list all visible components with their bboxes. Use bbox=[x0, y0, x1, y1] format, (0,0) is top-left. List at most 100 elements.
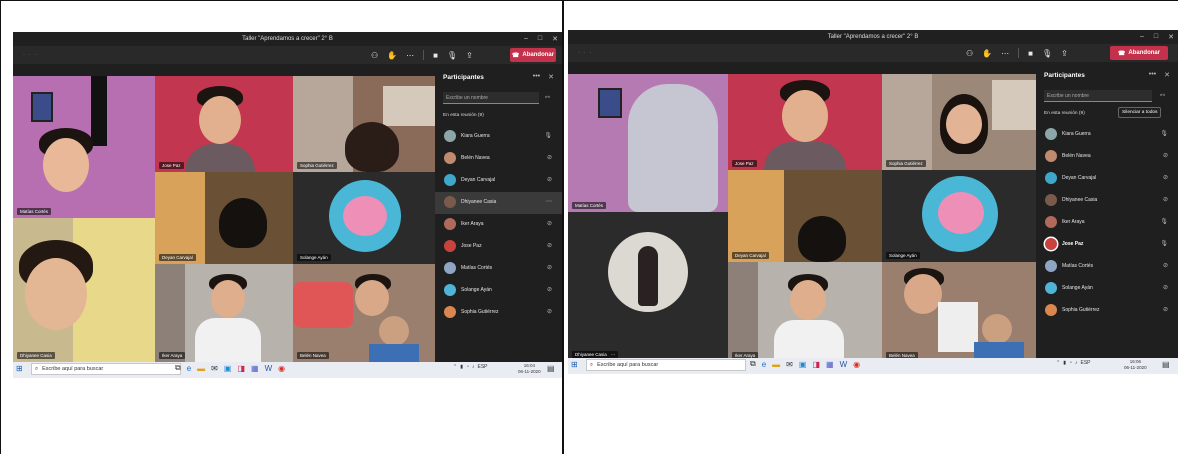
close-window-icon[interactable]: ✕ bbox=[552, 35, 558, 43]
maximize-icon[interactable]: □ bbox=[1154, 33, 1158, 41]
raise-hand-icon[interactable]: ✋ bbox=[982, 49, 992, 58]
video-tile[interactable]: Belén Navea bbox=[293, 264, 435, 362]
chevron-up-icon[interactable]: ⌃ bbox=[1056, 360, 1060, 366]
taskbar-search-input[interactable]: ⌕ Escribe aquí para buscar bbox=[586, 359, 746, 371]
office-icon[interactable]: ◨ bbox=[237, 364, 245, 373]
more-icon[interactable]: ••• bbox=[533, 73, 540, 81]
share-icon[interactable]: ⇪ bbox=[1061, 49, 1068, 58]
participant-row[interactable]: Matías Cortés ⊘ bbox=[1036, 256, 1178, 278]
participant-row[interactable]: Matías Cortés ⊘ bbox=[435, 258, 562, 280]
close-window-icon[interactable]: ✕ bbox=[1168, 33, 1174, 41]
word-icon[interactable]: W bbox=[840, 360, 848, 369]
participant-row[interactable]: Solange Ayán ⊘ bbox=[1036, 278, 1178, 300]
maximize-icon[interactable]: □ bbox=[538, 35, 542, 43]
more-icon[interactable]: ••• bbox=[1149, 71, 1156, 79]
mail-icon[interactable]: ✉ bbox=[786, 360, 793, 369]
video-tile[interactable]: Deyan Carvajal bbox=[728, 170, 882, 262]
participant-row[interactable]: Sophia Gutiérrez ⊘ bbox=[435, 302, 562, 324]
video-tile[interactable]: Solange Ayán bbox=[882, 170, 1036, 262]
video-tile[interactable]: Matías Cortés bbox=[13, 76, 155, 218]
share-icon[interactable]: ⇪ bbox=[466, 51, 473, 60]
file-explorer-icon[interactable]: ▬ bbox=[772, 360, 780, 369]
participant-row[interactable]: Kiara Guerra 🎙 bbox=[435, 126, 562, 148]
language-indicator[interactable]: ESP bbox=[1081, 360, 1091, 366]
task-view-icon[interactable]: ⧉ bbox=[750, 359, 756, 369]
microphone-icon[interactable]: 🎙 bbox=[447, 51, 457, 60]
video-tile[interactable]: Sophia Gutiérrez bbox=[882, 74, 1036, 170]
video-tile[interactable]: Dhiyanee Casia ⋯ bbox=[568, 212, 728, 362]
notifications-icon[interactable]: ▤ bbox=[547, 364, 555, 373]
participant-row[interactable]: Sophia Gutiérrez ⊘ bbox=[1036, 300, 1178, 322]
task-view-icon[interactable]: ⧉ bbox=[175, 363, 181, 373]
video-tile[interactable]: Iker Araya bbox=[728, 262, 882, 362]
more-icon[interactable]: ⋯ bbox=[406, 51, 414, 60]
participant-search-input[interactable]: Escribe un nombre bbox=[1044, 90, 1152, 102]
camera-icon[interactable]: ■ bbox=[1028, 49, 1033, 58]
close-icon[interactable]: ✕ bbox=[1164, 71, 1170, 79]
close-icon[interactable]: ✕ bbox=[548, 73, 554, 81]
more-icon[interactable]: ⋯ bbox=[546, 198, 552, 205]
network-icon[interactable]: ◔ bbox=[466, 364, 469, 370]
teams-icon[interactable]: ▦ bbox=[251, 364, 259, 373]
minimize-icon[interactable]: – bbox=[524, 35, 528, 43]
participant-row[interactable]: Dhiyanee Casia ⊘ bbox=[1036, 190, 1178, 212]
volume-icon[interactable]: ♪ bbox=[1075, 360, 1078, 366]
mute-all-button[interactable]: Silenciar a todos bbox=[1118, 107, 1162, 118]
word-icon[interactable]: W bbox=[265, 364, 273, 373]
people-icon[interactable]: ⚇ bbox=[966, 49, 973, 58]
windows-start-icon[interactable]: ⊞ bbox=[16, 364, 23, 373]
participant-row[interactable]: Kiara Guerra 🎙 bbox=[1036, 124, 1178, 146]
participant-search-input[interactable]: Escribe un nombre bbox=[443, 92, 539, 104]
battery-icon[interactable]: ▮ bbox=[1063, 360, 1066, 366]
microphone-icon[interactable]: 🎙 bbox=[1042, 49, 1052, 58]
video-tile[interactable]: Iker Araya bbox=[155, 264, 293, 362]
chevron-up-icon[interactable]: ⌃ bbox=[453, 364, 457, 370]
language-indicator[interactable]: ESP bbox=[478, 364, 488, 370]
participant-row[interactable]: Belén Navea ⊘ bbox=[1036, 146, 1178, 168]
notifications-icon[interactable]: ▤ bbox=[1162, 360, 1170, 369]
video-tile[interactable]: Dhiyanee Casia bbox=[13, 218, 155, 362]
network-icon[interactable]: ◔ bbox=[1069, 360, 1072, 366]
camera-icon[interactable]: ■ bbox=[433, 51, 438, 60]
participant-row[interactable]: Deyan Carvajal ⊘ bbox=[1036, 168, 1178, 190]
chrome-icon[interactable]: ◉ bbox=[278, 364, 285, 373]
taskbar-search-input[interactable]: ⌕ Escribe aquí para buscar bbox=[31, 363, 181, 375]
raise-hand-icon[interactable]: ✋ bbox=[387, 51, 397, 60]
more-icon[interactable]: ⋯ bbox=[1001, 49, 1009, 58]
participant-row[interactable]: Belén Navea ⊘ bbox=[435, 148, 562, 170]
battery-icon[interactable]: ▮ bbox=[460, 364, 463, 370]
share-link-icon[interactable]: ⚯ bbox=[1160, 92, 1165, 99]
file-explorer-icon[interactable]: ▬ bbox=[197, 364, 205, 373]
participant-row[interactable]: Solange Ayán ⊘ bbox=[435, 280, 562, 302]
participant-row[interactable]: Jose Paz 🎙 bbox=[1036, 234, 1178, 256]
leave-button[interactable]: ☎ Abandonar bbox=[1110, 46, 1168, 60]
leave-button[interactable]: ☎ Abandonar bbox=[510, 48, 556, 62]
video-tile[interactable]: Solange Ayán bbox=[293, 172, 435, 264]
taskbar-clock[interactable]: 16:04 06-11-2020 bbox=[518, 363, 541, 375]
video-tile[interactable]: Matías Cortés bbox=[568, 74, 728, 212]
edge-icon[interactable]: e bbox=[187, 364, 191, 373]
video-tile[interactable]: Sophia Gutiérrez bbox=[293, 76, 435, 172]
chrome-icon[interactable]: ◉ bbox=[853, 360, 860, 369]
people-icon[interactable]: ⚇ bbox=[371, 51, 378, 60]
share-link-icon[interactable]: ⚯ bbox=[545, 94, 550, 101]
participant-row[interactable]: Iker Araya 🎙 bbox=[1036, 212, 1178, 234]
participant-row[interactable]: Jose Paz ⊘ bbox=[435, 236, 562, 258]
video-tile[interactable]: Jose Paz bbox=[728, 74, 882, 170]
participant-row[interactable]: Deyan Carvajal ⊘ bbox=[435, 170, 562, 192]
participant-row[interactable]: Iker Araya ⊘ bbox=[435, 214, 562, 236]
minimize-icon[interactable]: – bbox=[1140, 33, 1144, 41]
participant-row[interactable]: Dhiyanee Casia ⋯ bbox=[435, 192, 562, 214]
taskbar-clock[interactable]: 16:06 06-11-2020 bbox=[1124, 359, 1147, 371]
mail-icon[interactable]: ✉ bbox=[211, 364, 218, 373]
store-icon[interactable]: ▣ bbox=[224, 364, 232, 373]
video-tile[interactable]: Belén Navea bbox=[882, 262, 1036, 362]
video-tile[interactable]: Deyan Carvajal bbox=[155, 172, 293, 264]
edge-icon[interactable]: e bbox=[762, 360, 766, 369]
teams-icon[interactable]: ▦ bbox=[826, 360, 834, 369]
video-tile[interactable]: Jose Paz bbox=[155, 76, 293, 172]
volume-icon[interactable]: ♪ bbox=[472, 364, 475, 370]
store-icon[interactable]: ▣ bbox=[799, 360, 807, 369]
windows-start-icon[interactable]: ⊞ bbox=[571, 360, 578, 369]
office-icon[interactable]: ◨ bbox=[812, 360, 820, 369]
